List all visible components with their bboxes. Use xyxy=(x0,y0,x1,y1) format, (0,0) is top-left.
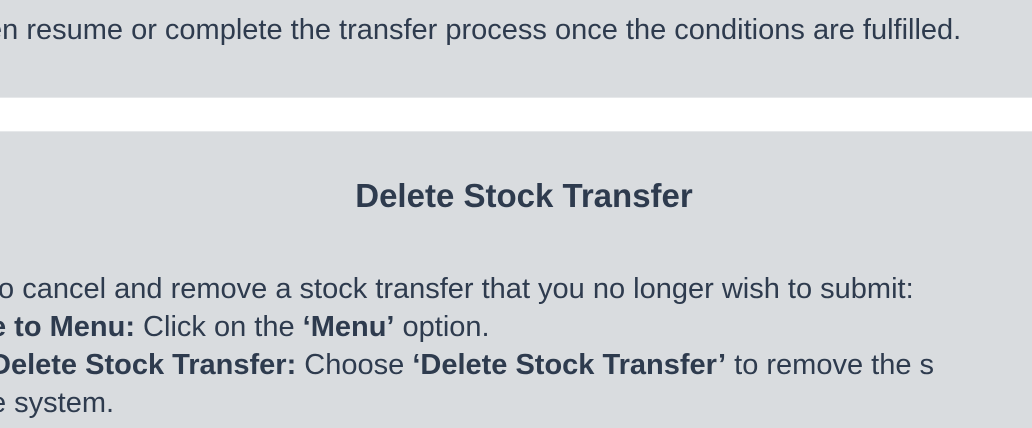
step-text: option. xyxy=(394,311,490,343)
step-highlight: ‘Menu’ xyxy=(302,311,395,343)
step-label: e to Menu: xyxy=(0,311,135,343)
intro-text: to cancel and remove a stock transfer th… xyxy=(0,273,914,305)
previous-section-text: en resume or complete the transfer proce… xyxy=(0,14,962,46)
section-divider xyxy=(0,97,1032,132)
previous-section-panel: en resume or complete the transfer proce… xyxy=(0,0,1032,97)
step-text: Click on the xyxy=(135,311,303,343)
step-label: Delete Stock Transfer: xyxy=(0,349,297,381)
section-title: Delete Stock Transfer xyxy=(355,177,693,214)
step-text: Choose xyxy=(296,349,413,381)
step-navigate-to-menu: e to Menu: Click on the ‘Menu’ option. xyxy=(0,308,490,346)
step-text: to remove the s xyxy=(726,349,935,381)
step-highlight: ‘Delete Stock Transfer’ xyxy=(412,349,727,381)
step-delete-stock-transfer: Delete Stock Transfer: Choose ‘Delete St… xyxy=(0,346,934,384)
delete-stock-transfer-panel: Delete Stock Transfer to cancel and remo… xyxy=(0,132,1032,428)
step-continued-text: e system. xyxy=(0,387,115,419)
